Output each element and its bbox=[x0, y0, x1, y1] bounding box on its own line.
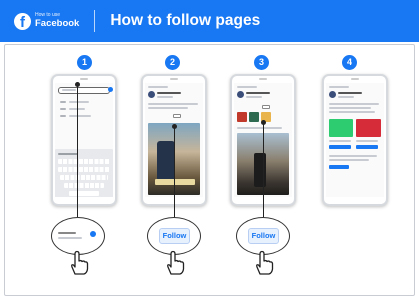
logo-brand: Facebook bbox=[35, 18, 80, 30]
facebook-logo: f How to use Facebook bbox=[14, 12, 80, 30]
callout-line-1 bbox=[77, 86, 78, 217]
header-banner: f How to use Facebook How to follow page… bbox=[0, 0, 419, 42]
header-divider bbox=[94, 10, 96, 32]
follow-button[interactable]: Follow bbox=[159, 228, 190, 244]
callout-line-3 bbox=[263, 124, 264, 217]
logo-caption: How to use bbox=[35, 12, 61, 19]
tap-hand-icon bbox=[256, 250, 274, 275]
search-icon-zoom bbox=[90, 231, 96, 237]
callout-line-2 bbox=[174, 128, 175, 217]
step-badge-1: 1 bbox=[77, 55, 92, 70]
step-badge-3: 3 bbox=[254, 55, 269, 70]
tap-hand-icon bbox=[167, 250, 185, 275]
step-badge-4: 4 bbox=[342, 55, 357, 70]
ad-card-red bbox=[356, 119, 381, 137]
keyboard bbox=[55, 149, 113, 197]
phone-screen-followed bbox=[326, 83, 384, 197]
phone-step-1 bbox=[51, 74, 117, 206]
page-avatar bbox=[148, 91, 155, 98]
page-title: How to follow pages bbox=[110, 12, 261, 29]
ad-card-green bbox=[329, 119, 353, 137]
phone-step-4 bbox=[322, 74, 388, 206]
facebook-icon: f bbox=[14, 12, 31, 30]
search-icon bbox=[108, 87, 113, 92]
tap-hand-icon bbox=[71, 250, 89, 275]
phone-screen-search bbox=[55, 83, 113, 197]
follow-button[interactable]: Follow bbox=[248, 228, 279, 244]
step-badge-2: 2 bbox=[165, 55, 180, 70]
